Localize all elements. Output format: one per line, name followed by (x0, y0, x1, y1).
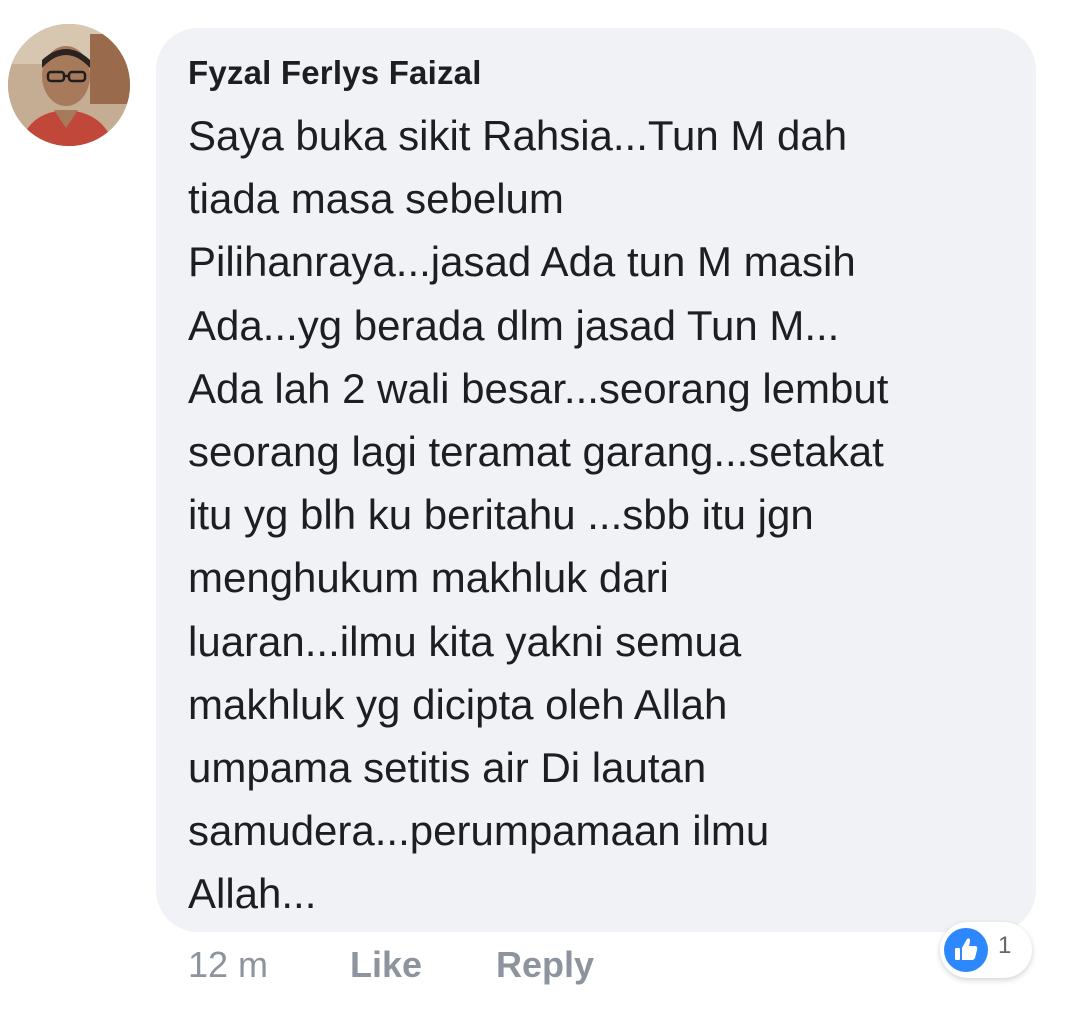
comment-text-line: menghukum makhluk dari (188, 554, 669, 602)
comment-text-line: samudera...perumpamaan ilmu (188, 807, 770, 855)
comment-text-line: seorang lagi teramat garang...setakat (188, 428, 884, 476)
comment-text-line: Saya buka sikit Rahsia...Tun M dah (188, 112, 848, 159)
comment-text-line: Ada lah 2 wali besar...seorang lembut (188, 364, 889, 412)
comment-text-line: makhluk yg dicipta oleh Allah (188, 680, 728, 728)
comment-text-line: luaran...ilmu kita yakni semua (188, 617, 742, 665)
reply-button[interactable]: Reply (496, 944, 594, 986)
comment-author[interactable]: Fyzal Ferlys Faizal (188, 54, 482, 92)
comment-text-line: Ada...yg berada dlm jasad Tun M... (188, 301, 840, 349)
comment-text: Saya buka sikit Rahsia...Tun M dah tiada… (188, 104, 1028, 926)
comment-bubble: Fyzal Ferlys Faizal Saya buka sikit Rahs… (156, 28, 1036, 932)
reaction-summary[interactable]: 1 (940, 922, 1032, 978)
comment-text-line: Pilihanraya...jasad Ada tun M masih (188, 238, 856, 286)
like-button[interactable]: Like (350, 944, 422, 986)
avatar[interactable] (8, 24, 130, 146)
comment-text-line: tiada masa sebelum (188, 175, 564, 223)
reaction-count: 1 (998, 932, 1012, 959)
comment-text-line: Allah... (188, 870, 317, 918)
comment-text-line: itu yg blh ku beritahu ...sbb itu jgn (188, 491, 814, 539)
thumbs-up-icon (944, 928, 988, 972)
comment-timestamp[interactable]: 12 m (188, 944, 268, 986)
comment: Fyzal Ferlys Faizal Saya buka sikit Rahs… (0, 0, 1080, 1014)
comment-text-line: umpama setitis air Di lautan (188, 744, 707, 792)
